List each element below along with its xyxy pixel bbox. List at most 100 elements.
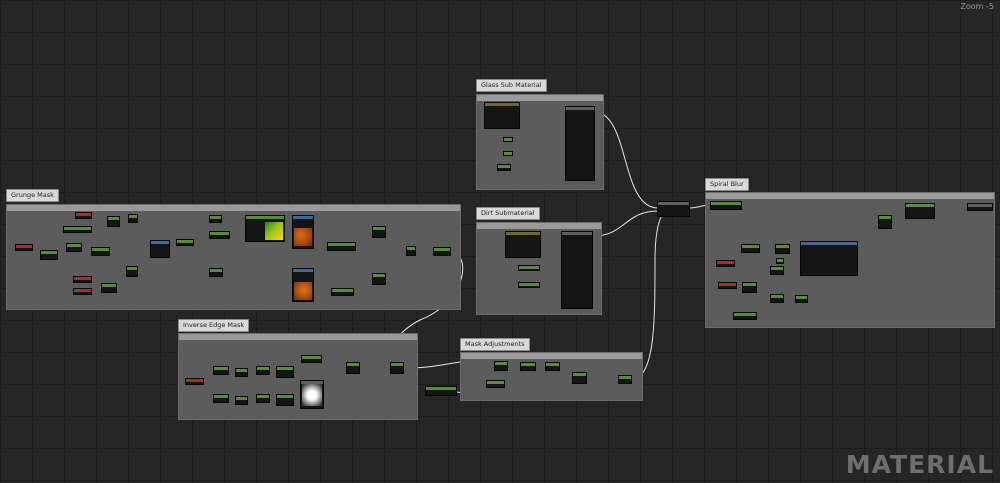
spiral-output-node[interactable] <box>967 203 993 211</box>
node-header <box>495 362 507 365</box>
red-param-node[interactable] <box>718 282 737 289</box>
grunge-node[interactable] <box>40 250 58 260</box>
mask-adjustments-comment-title[interactable]: Mask Adjustments <box>460 338 530 351</box>
glass-sub-material-comment-title[interactable]: Glass Sub Material <box>476 79 547 92</box>
spiral-custom-node[interactable] <box>800 241 858 276</box>
grunge-node[interactable] <box>101 283 117 293</box>
dirt-param-node[interactable] <box>518 282 540 288</box>
node-header <box>210 232 229 235</box>
spiral-node[interactable] <box>770 266 784 275</box>
red-param-node[interactable] <box>15 244 33 251</box>
mask-adjustments-comment-box[interactable] <box>460 352 643 401</box>
node-header <box>734 313 756 316</box>
spiral-node[interactable] <box>776 258 784 264</box>
grunge-node[interactable] <box>433 247 451 256</box>
comment-strip <box>706 193 994 199</box>
node-header <box>776 245 789 248</box>
edge-node[interactable] <box>256 394 270 403</box>
node-header <box>485 103 519 106</box>
glass-texture-node[interactable] <box>484 102 520 129</box>
red-param-node[interactable] <box>185 378 204 385</box>
grunge-node[interactable] <box>63 226 92 233</box>
grunge-node[interactable] <box>372 226 386 238</box>
red-param-node[interactable] <box>73 288 92 295</box>
spiral-node[interactable] <box>775 244 790 254</box>
edge-node[interactable] <box>301 355 322 363</box>
edge-node[interactable] <box>256 366 270 375</box>
grunge-node[interactable] <box>209 215 222 223</box>
node-header <box>573 373 586 376</box>
grunge-mask-comment-title[interactable]: Grunge Mask <box>6 189 59 202</box>
edge-node[interactable] <box>346 362 360 374</box>
grunge-node[interactable] <box>372 273 386 285</box>
node-header <box>391 363 403 366</box>
node-header <box>210 269 222 272</box>
grunge-node[interactable] <box>66 243 82 252</box>
comment-strip <box>179 334 417 340</box>
glass-param-node[interactable] <box>497 164 511 171</box>
red-param-node[interactable] <box>75 212 92 219</box>
dirt-texture-node[interactable] <box>505 231 541 258</box>
node-header <box>711 202 741 205</box>
edge-node[interactable] <box>213 366 229 375</box>
grunge-node[interactable] <box>331 288 354 296</box>
edge-node[interactable] <box>276 366 294 378</box>
edge-node[interactable] <box>213 394 229 403</box>
spiral-node[interactable] <box>878 215 892 229</box>
edge-node[interactable] <box>276 394 294 406</box>
edge-node[interactable] <box>235 368 248 377</box>
mask-adjust-node[interactable] <box>520 362 536 371</box>
spiral-node[interactable] <box>795 295 808 303</box>
spiral-node[interactable] <box>741 244 760 253</box>
spiral-node[interactable] <box>710 201 742 210</box>
node-header <box>64 227 91 230</box>
mask-adjust-node[interactable] <box>572 372 587 384</box>
edge-node[interactable] <box>235 396 248 405</box>
glass-make-material-attributes-node[interactable] <box>565 106 595 181</box>
grunge-node[interactable] <box>209 268 223 277</box>
inverse-edge-mask-comment-title[interactable]: Inverse Edge Mask <box>178 319 250 332</box>
node-header <box>293 216 313 219</box>
node-header <box>108 217 119 220</box>
glass-param-node[interactable] <box>503 137 513 142</box>
spiral-node[interactable] <box>742 282 757 293</box>
red-param-node[interactable] <box>716 260 735 267</box>
mask-adjust-node[interactable] <box>425 386 457 396</box>
node-header <box>151 241 169 244</box>
spiral-blur-comment-title[interactable]: Spiral Blur <box>705 178 749 191</box>
mask-adjust-node[interactable] <box>545 362 560 371</box>
red-param-node[interactable] <box>73 276 92 283</box>
dirt-submaterial-comment-title[interactable]: Dirt Submaterial <box>476 207 540 220</box>
spiral-node[interactable] <box>733 312 757 320</box>
mask-adjust-node[interactable] <box>494 361 508 371</box>
node-header <box>236 397 247 400</box>
node-header <box>214 395 228 398</box>
grunge-node[interactable] <box>126 266 138 277</box>
mask-adjust-node[interactable] <box>618 375 632 384</box>
node-header <box>236 369 247 372</box>
gradient-preview-thumbnail <box>265 222 283 240</box>
spiral-node[interactable] <box>770 294 784 303</box>
grunge-node[interactable] <box>176 239 194 246</box>
grunge-node[interactable] <box>327 242 356 251</box>
dirt-param-node[interactable] <box>518 265 540 271</box>
grunge-node[interactable] <box>128 214 138 223</box>
grunge-node[interactable] <box>150 240 170 258</box>
edge-node[interactable] <box>390 362 404 374</box>
node-header <box>92 248 109 251</box>
grunge-node[interactable] <box>107 216 120 227</box>
node-header <box>74 277 91 280</box>
blend-material-attributes-node[interactable] <box>657 201 690 217</box>
inverse-edge-mask-comment-box[interactable] <box>178 333 418 420</box>
grunge-node[interactable] <box>406 246 416 256</box>
node-header <box>214 367 228 370</box>
dirt-make-material-attributes-node[interactable] <box>561 231 593 309</box>
node-header <box>332 289 353 292</box>
node-header <box>879 216 891 219</box>
grunge-node[interactable] <box>91 247 110 256</box>
glass-param-node[interactable] <box>503 151 513 156</box>
node-header <box>771 267 783 270</box>
spiral-node[interactable] <box>905 203 935 219</box>
grunge-node[interactable] <box>209 231 230 239</box>
mask-adjust-node[interactable] <box>486 380 505 388</box>
